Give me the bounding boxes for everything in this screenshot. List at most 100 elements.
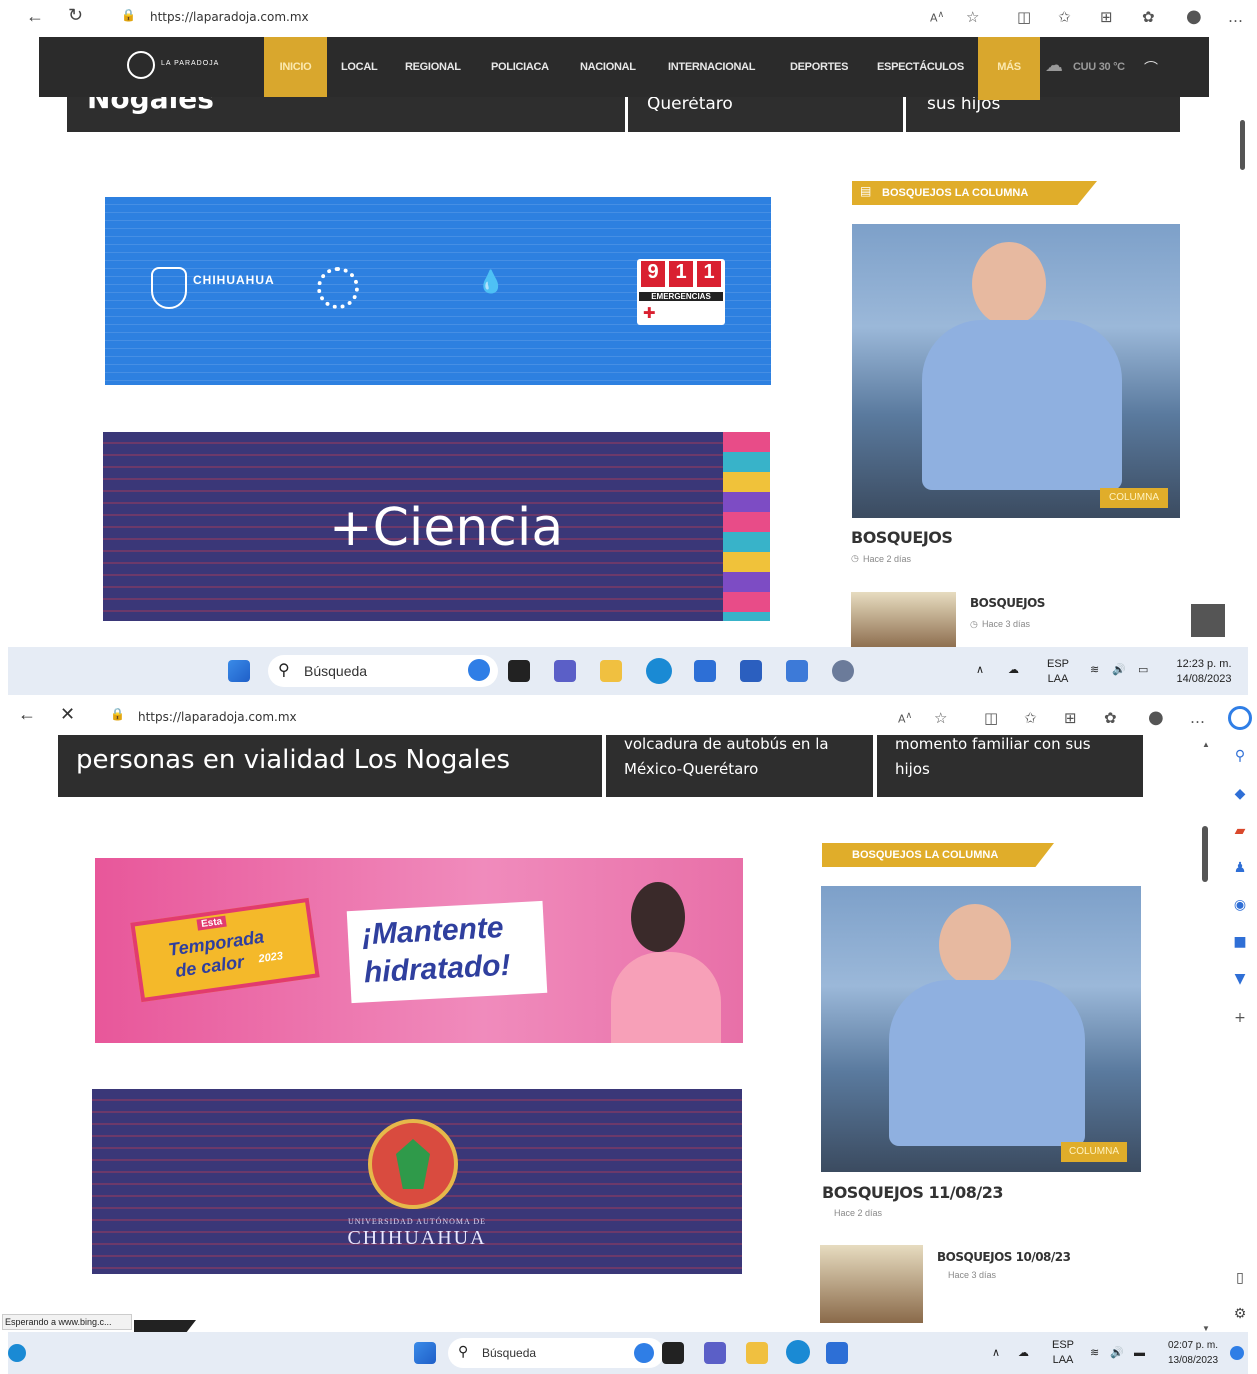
nav-item-regional[interactable]: REGIONAL [405, 37, 461, 97]
teams-icon[interactable] [704, 1342, 726, 1364]
favorites-icon[interactable]: ✩ [1058, 8, 1071, 26]
bing-icon[interactable] [634, 1343, 654, 1363]
battery-icon[interactable]: ▬ [1134, 1346, 1145, 1361]
back-icon[interactable]: ← [26, 6, 44, 27]
file-explorer-icon[interactable] [600, 660, 622, 682]
circle-icon[interactable]: ◉ [1230, 897, 1250, 913]
ticker-item-mid-line1[interactable]: volcadura de autobús en la [624, 735, 829, 753]
back-icon[interactable]: ← [18, 704, 36, 725]
windows-start-icon[interactable] [414, 1342, 436, 1364]
edge-icon[interactable] [786, 1340, 810, 1364]
ad-banner-uach[interactable]: UNIVERSIDAD AUTÓNOMA DE CHIHUAHUA [92, 1089, 742, 1274]
briefcase-icon[interactable]: ▰ [1230, 823, 1250, 839]
article-title-2[interactable]: BOSQUEJOS 10/08/23 [937, 1250, 1071, 1264]
nav-item-deportes[interactable]: DEPORTES [790, 37, 848, 97]
profile-icon[interactable]: ● [1186, 6, 1202, 27]
thumbnail-photo[interactable] [820, 1245, 923, 1323]
language-indicator[interactable]: ESP LAA [1043, 657, 1073, 687]
ticker-item-mid[interactable]: Querétaro [647, 94, 733, 114]
collections-icon[interactable]: ⊞ [1100, 8, 1113, 26]
taskbar-search[interactable]: ⚲ Búsqueda [268, 655, 498, 687]
collections-icon[interactable]: ⊞ [1064, 709, 1077, 727]
split-screen-icon[interactable]: ◫ [1017, 8, 1031, 26]
scrollbar-thumb[interactable] [1202, 826, 1208, 882]
file-explorer-icon[interactable] [746, 1342, 768, 1364]
ticker-item-right-line2[interactable]: hijos [895, 760, 930, 778]
nav-item-espectaculos[interactable]: ESPECTÁCULOS [877, 37, 964, 97]
word-icon[interactable] [740, 660, 762, 682]
column-photo[interactable]: COLUMNA [852, 224, 1180, 518]
settings-icon[interactable] [832, 660, 854, 682]
favorites-icon[interactable]: ✩ [1024, 709, 1037, 727]
volume-icon[interactable]: 🔊 [1110, 1346, 1124, 1361]
scroll-top-button[interactable] [1191, 604, 1225, 637]
teams-icon[interactable] [554, 660, 576, 682]
clock-readout[interactable]: 12:23 p. m. 14/08/2023 [1166, 657, 1242, 687]
battery-icon[interactable]: ▭ [1138, 663, 1148, 678]
chevron-up-icon[interactable]: ∧ [976, 663, 984, 678]
more-menu-icon[interactable]: … [1228, 8, 1243, 26]
thumbnail-photo[interactable] [851, 592, 956, 650]
nav-item-mas[interactable]: MÁS [978, 37, 1040, 100]
windows-start-icon[interactable] [228, 660, 250, 682]
profile-icon[interactable]: ● [1148, 707, 1164, 728]
more-menu-icon[interactable]: … [1190, 709, 1205, 727]
tag-icon[interactable]: ◆ [1230, 786, 1250, 802]
plus-icon[interactable]: + [1230, 1010, 1250, 1026]
sidebar-toggle-icon[interactable]: ▯ [1230, 1270, 1250, 1286]
send-icon[interactable]: ▼ [1230, 971, 1250, 987]
nav-item-policiaca[interactable]: POLICIACA [491, 37, 549, 97]
site-logo[interactable]: LA PARADOJA [121, 45, 237, 85]
section-label[interactable]: BOSQUEJOS LA COLUMNA [822, 843, 1054, 867]
extensions-icon[interactable]: ✿ [1104, 709, 1117, 727]
edge-icon[interactable] [8, 1344, 26, 1362]
wifi-icon[interactable]: ≋ [1090, 663, 1099, 678]
language-indicator[interactable]: ESP LAA [1048, 1338, 1078, 1368]
rss-icon[interactable]: ⌒ [1144, 58, 1158, 78]
column-tag[interactable]: COLUMNA [1100, 488, 1168, 508]
section-label[interactable]: BOSQUEJOS LA COLUMNA [852, 181, 1097, 205]
favorite-star-icon[interactable]: ☆ [966, 8, 979, 26]
split-screen-icon[interactable]: ◫ [984, 709, 998, 727]
address-bar[interactable]: https://laparadoja.com.mx [150, 10, 309, 24]
people-icon[interactable]: ♟ [1230, 860, 1250, 876]
extensions-icon[interactable]: ✿ [1142, 8, 1155, 26]
nav-item-nacional[interactable]: NACIONAL [580, 37, 636, 97]
address-bar[interactable]: https://laparadoja.com.mx [138, 710, 297, 724]
ad-banner-ciencia[interactable]: +Ciencia [103, 432, 770, 621]
task-view-icon[interactable] [508, 660, 530, 682]
article-title-2[interactable]: BOSQUEJOS [970, 596, 1045, 610]
app-icon[interactable] [786, 660, 808, 682]
notification-dot[interactable] [1230, 1346, 1244, 1360]
bing-chat-icon[interactable] [1228, 706, 1252, 730]
ticker-item-mid-line2[interactable]: México-Querétaro [624, 760, 758, 778]
stop-loading-icon[interactable]: ✕ [60, 704, 75, 725]
read-aloud-icon[interactable]: A∧ [898, 710, 912, 726]
task-view-icon[interactable] [662, 1342, 684, 1364]
wifi-icon[interactable]: ≋ [1090, 1346, 1099, 1361]
chevron-up-icon[interactable]: ∧ [992, 1346, 1000, 1361]
ad-banner-hydration[interactable]: Esta Temporada de calor 2023 ¡Mantente h… [95, 858, 743, 1043]
ad-banner-chihuahua[interactable]: CHIHUAHUA 💧 9 1 1 EMERGENCIAS ✚ [105, 197, 771, 385]
scrollbar-thumb[interactable] [1240, 120, 1245, 170]
ticker-item-left[interactable]: personas en vialidad Los Nogales [76, 745, 510, 775]
store-icon[interactable] [694, 660, 716, 682]
clock-readout[interactable]: 02:07 p. m. 13/08/2023 [1158, 1338, 1228, 1368]
nav-item-inicio[interactable]: INICIO [264, 37, 327, 97]
volume-icon[interactable]: 🔊 [1112, 663, 1126, 678]
article-title[interactable]: BOSQUEJOS 11/08/23 [822, 1183, 1003, 1202]
read-aloud-icon[interactable]: A∧ [930, 9, 944, 25]
settings-icon[interactable]: ⚙ [1230, 1306, 1250, 1322]
refresh-icon[interactable]: ↻ [68, 5, 83, 26]
edge-icon[interactable] [646, 658, 672, 684]
nav-item-local[interactable]: LOCAL [341, 37, 378, 97]
nav-item-internacional[interactable]: INTERNACIONAL [668, 37, 755, 97]
store-icon[interactable] [826, 1342, 848, 1364]
favorite-star-icon[interactable]: ☆ [934, 709, 947, 727]
outlook-icon[interactable]: ■ [1230, 934, 1250, 950]
scrollbar-up-arrow[interactable]: ▲ [1202, 740, 1210, 749]
column-photo[interactable]: COLUMNA [821, 886, 1141, 1172]
bing-icon[interactable] [468, 659, 490, 681]
cloud-tray-icon[interactable]: ☁ [1008, 663, 1019, 678]
search-icon[interactable]: ⚲ [1230, 748, 1250, 764]
